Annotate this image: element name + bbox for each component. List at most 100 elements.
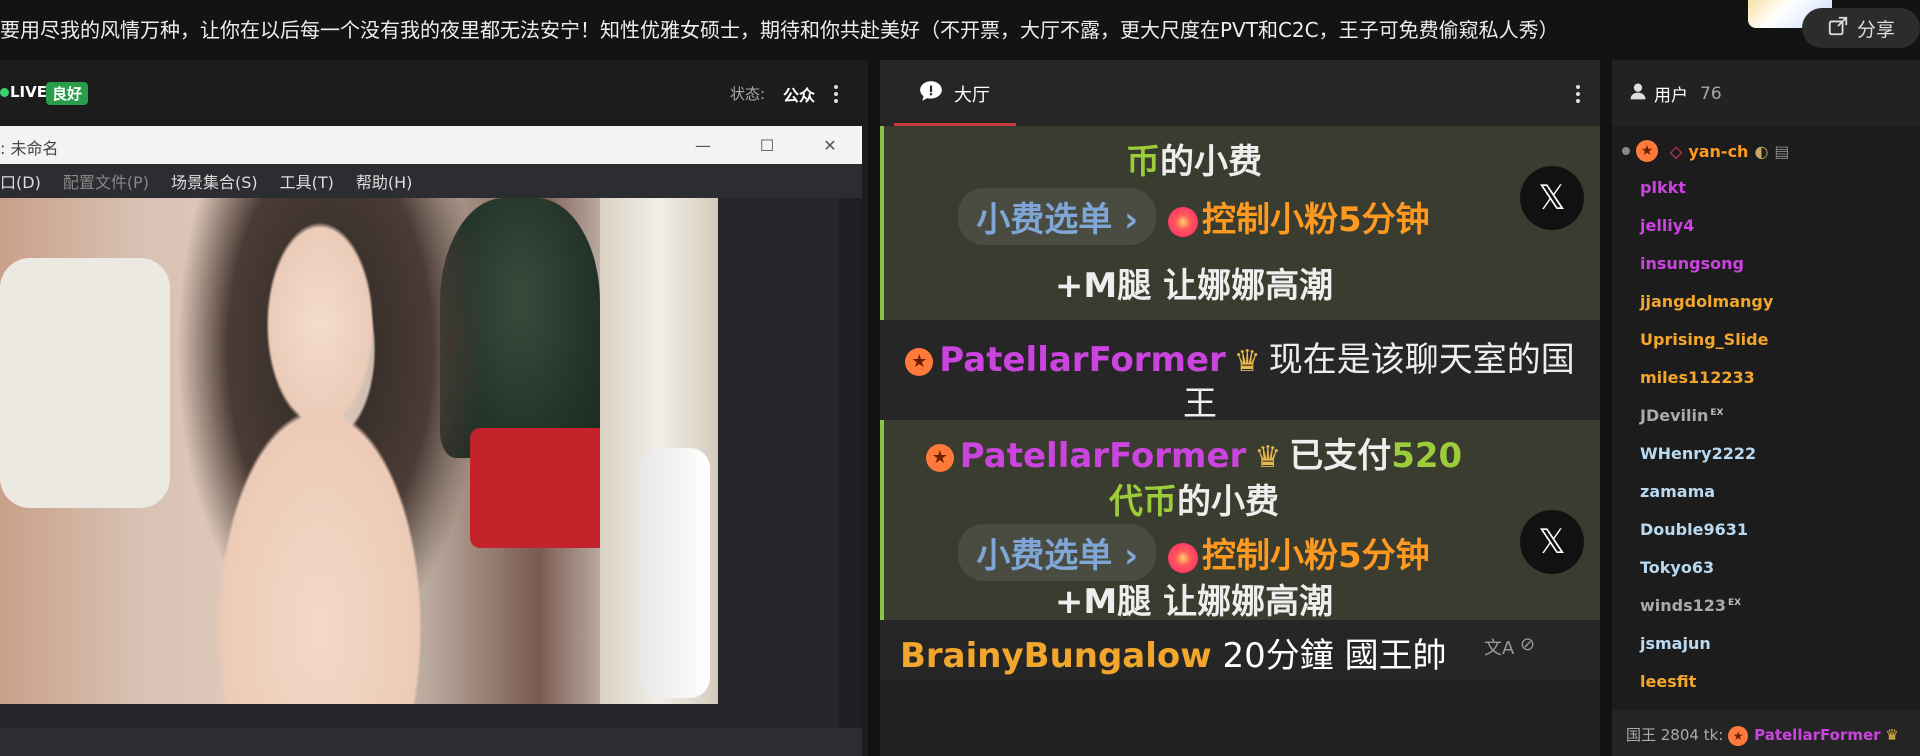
message-line: ★ PatellarFormer ♛ 现在是该聊天室的国 xyxy=(880,332,1600,381)
star-badge-icon: ★ xyxy=(905,347,934,376)
tip-line: 币的小费 xyxy=(1126,142,1262,182)
users-header: 用户 76 xyxy=(1612,60,1920,126)
menu-window[interactable]: 口(D) xyxy=(0,169,41,193)
star-badge-icon: ★ xyxy=(1728,725,1749,746)
tab-lobby[interactable]: 大厅 xyxy=(918,78,990,109)
translate-icon[interactable]: 文A xyxy=(1484,634,1514,660)
message-username[interactable]: BrainyBungalow xyxy=(900,636,1212,676)
status-label: 状态: xyxy=(730,85,766,103)
menu-help[interactable]: 帮助(H) xyxy=(356,169,413,193)
video-panel: LIVE 良好 状态: 公众 : 未命名 — ☐ ✕ 口(D) 配置文件(P) … xyxy=(0,60,868,756)
tip-menu-button[interactable]: 小费选单 › xyxy=(958,524,1157,581)
obs-titlebar: : 未命名 — ☐ ✕ xyxy=(0,126,862,164)
heart-icon xyxy=(1168,206,1199,237)
tip-line: ★ PatellarFormer ♛ 已支付520 xyxy=(884,428,1504,477)
tip-line: +M腿 让娜娜高潮 xyxy=(1054,582,1334,622)
preview-area xyxy=(0,198,850,728)
user-list-item[interactable]: Uprising_Slide xyxy=(1640,330,1768,349)
user-icon xyxy=(1628,81,1648,106)
menu-profile[interactable]: 配置文件(P) xyxy=(63,169,149,193)
notes-icon: ▤ xyxy=(1774,141,1790,161)
chat-header: 大厅 xyxy=(880,60,1600,126)
live-indicator-icon xyxy=(0,88,9,97)
obs-window-title: : 未命名 xyxy=(0,139,59,158)
tip-line: 小费选单 › 控制小粉5分钟 xyxy=(884,524,1504,581)
shield-icon: ◐ xyxy=(1754,141,1769,161)
x-share-button[interactable]: 𝕏 xyxy=(1520,166,1584,230)
user-list-item[interactable]: Double9631 xyxy=(1640,520,1748,539)
maximize-icon[interactable]: ☐ xyxy=(754,132,780,158)
tip-message: 币的小费 小费选单 › 控制小粉5分钟 +M腿 让娜娜高潮 𝕏 xyxy=(880,126,1600,320)
preview-scrollbar[interactable] xyxy=(838,198,850,728)
room-topic-bar: 要用尽我的风情万种，让你在以后每一个没有我的夜里都无法安宁！知性优雅女硕士，期待… xyxy=(0,0,1920,60)
broadcast-software-window: : 未命名 — ☐ ✕ 口(D) 配置文件(P) 场景集合(S) 工具(T) 帮… xyxy=(0,126,862,756)
tab-lobby-label: 大厅 xyxy=(954,84,990,106)
message-line: 王 xyxy=(1183,384,1217,424)
crown-icon: ♛ xyxy=(1254,440,1282,475)
user-list-item[interactable]: winds123 EX xyxy=(1640,596,1741,615)
chat-message: ★ PatellarFormer ♛ 现在是该聊天室的国 王 xyxy=(880,320,1600,424)
user-list-item[interactable]: plkkt xyxy=(1640,178,1686,197)
chat-message: BrainyBungalow 20分鐘 國王帥 文A ⊘ xyxy=(880,620,1600,680)
king-username[interactable]: PatellarFormer xyxy=(1754,726,1880,744)
live-label: LIVE xyxy=(10,83,47,101)
chat-more-options-icon[interactable] xyxy=(1566,82,1590,106)
crown-icon: ♛ xyxy=(1885,726,1899,744)
users-title: 用户 76 xyxy=(1628,81,1722,106)
menu-scene-collection[interactable]: 场景集合(S) xyxy=(171,169,258,193)
user-name: yan-ch xyxy=(1688,141,1749,161)
room-topic-text: 要用尽我的风情万种，让你在以后每一个没有我的夜里都无法安宁！知性优雅女硕士，期待… xyxy=(0,18,1559,42)
tip-line: 小费选单 › 控制小粉5分钟 xyxy=(884,188,1504,245)
message-username[interactable]: PatellarFormer xyxy=(960,436,1247,476)
hide-message-icon[interactable]: ⊘ xyxy=(1520,634,1535,655)
user-list-item[interactable]: JDevilin EX xyxy=(1640,406,1723,425)
tip-message: ★ PatellarFormer ♛ 已支付520 代币的小费 小费选单 › 控制小粉… xyxy=(880,420,1600,622)
x-share-button[interactable]: 𝕏 xyxy=(1520,510,1584,574)
user-list-item[interactable]: miles112233 xyxy=(1640,368,1755,387)
star-badge-icon: ★ xyxy=(925,443,954,472)
chat-messages: 币的小费 小费选单 › 控制小粉5分钟 +M腿 让娜娜高潮 𝕏 ★ Patella… xyxy=(880,126,1600,756)
user-list-item[interactable]: insungsong xyxy=(1640,254,1744,273)
minimize-icon[interactable]: — xyxy=(690,132,716,158)
video-more-options-icon[interactable] xyxy=(824,82,848,106)
crown-icon: ♛ xyxy=(1233,344,1261,379)
video-header: LIVE 良好 状态: 公众 xyxy=(0,60,868,126)
online-dot-icon xyxy=(1622,147,1630,155)
user-list-item[interactable]: jelliy4 xyxy=(1640,216,1694,235)
share-label: 分享 xyxy=(1856,18,1895,41)
users-title-label: 用户 xyxy=(1654,86,1688,106)
preview-person xyxy=(120,198,520,704)
video-preview[interactable] xyxy=(0,198,718,704)
king-footer: 国王 2804 tk: ★ PatellarFormer ♛ xyxy=(1612,710,1920,756)
message-line: BrainyBungalow 20分鐘 國王帥 xyxy=(900,636,1447,676)
star-badge-icon: ★ xyxy=(1636,140,1658,162)
stream-quality-badge: 良好 xyxy=(46,82,89,105)
obs-dock-strip xyxy=(0,728,862,756)
users-list: ★ ◇ yan-ch ◐ ▤ plkkt jelliy4 insungsong … xyxy=(1612,140,1920,710)
user-list-item[interactable]: WHenry2222 xyxy=(1640,444,1756,463)
chat-panel: 大厅 币的小费 小费选单 › 控制小粉5分钟 +M腿 让娜娜高潮 𝕏 ★ Pate… xyxy=(880,60,1600,756)
users-count: 76 xyxy=(1700,83,1722,104)
user-list-item[interactable]: zamama xyxy=(1640,482,1715,501)
chat-bubble-icon xyxy=(918,78,944,109)
menu-tools[interactable]: 工具(T) xyxy=(280,169,334,193)
obs-menubar: 口(D) 配置文件(P) 场景集合(S) 工具(T) 帮助(H) xyxy=(0,164,862,198)
heart-icon xyxy=(1168,542,1199,573)
diamond-icon: ◇ xyxy=(1670,141,1683,161)
tip-line: +M腿 让娜娜高潮 xyxy=(1054,266,1334,306)
king-info: 国王 2804 tk: ★ PatellarFormer ♛ xyxy=(1626,725,1899,746)
status-value: 公众 xyxy=(783,86,816,105)
user-list-item[interactable]: jsmajun xyxy=(1640,634,1711,653)
user-list-item[interactable]: Tokyo63 xyxy=(1640,558,1714,577)
share-button[interactable]: 分享 xyxy=(1802,8,1920,48)
preview-air-purifier xyxy=(640,448,710,698)
message-username[interactable]: PatellarFormer xyxy=(939,340,1226,380)
close-icon[interactable]: ✕ xyxy=(817,132,843,158)
user-list-item[interactable]: ★ ◇ yan-ch ◐ ▤ xyxy=(1622,140,1790,162)
user-list-item[interactable]: leesfit xyxy=(1640,672,1696,691)
tip-menu-button[interactable]: 小费选单 › xyxy=(958,188,1157,245)
user-list-item[interactable]: jjangdolmangy xyxy=(1640,292,1773,311)
share-icon xyxy=(1827,15,1849,42)
users-panel: 用户 76 ★ ◇ yan-ch ◐ ▤ plkkt jelliy4 insun… xyxy=(1612,60,1920,756)
tip-line: 代币的小费 xyxy=(1109,482,1279,522)
